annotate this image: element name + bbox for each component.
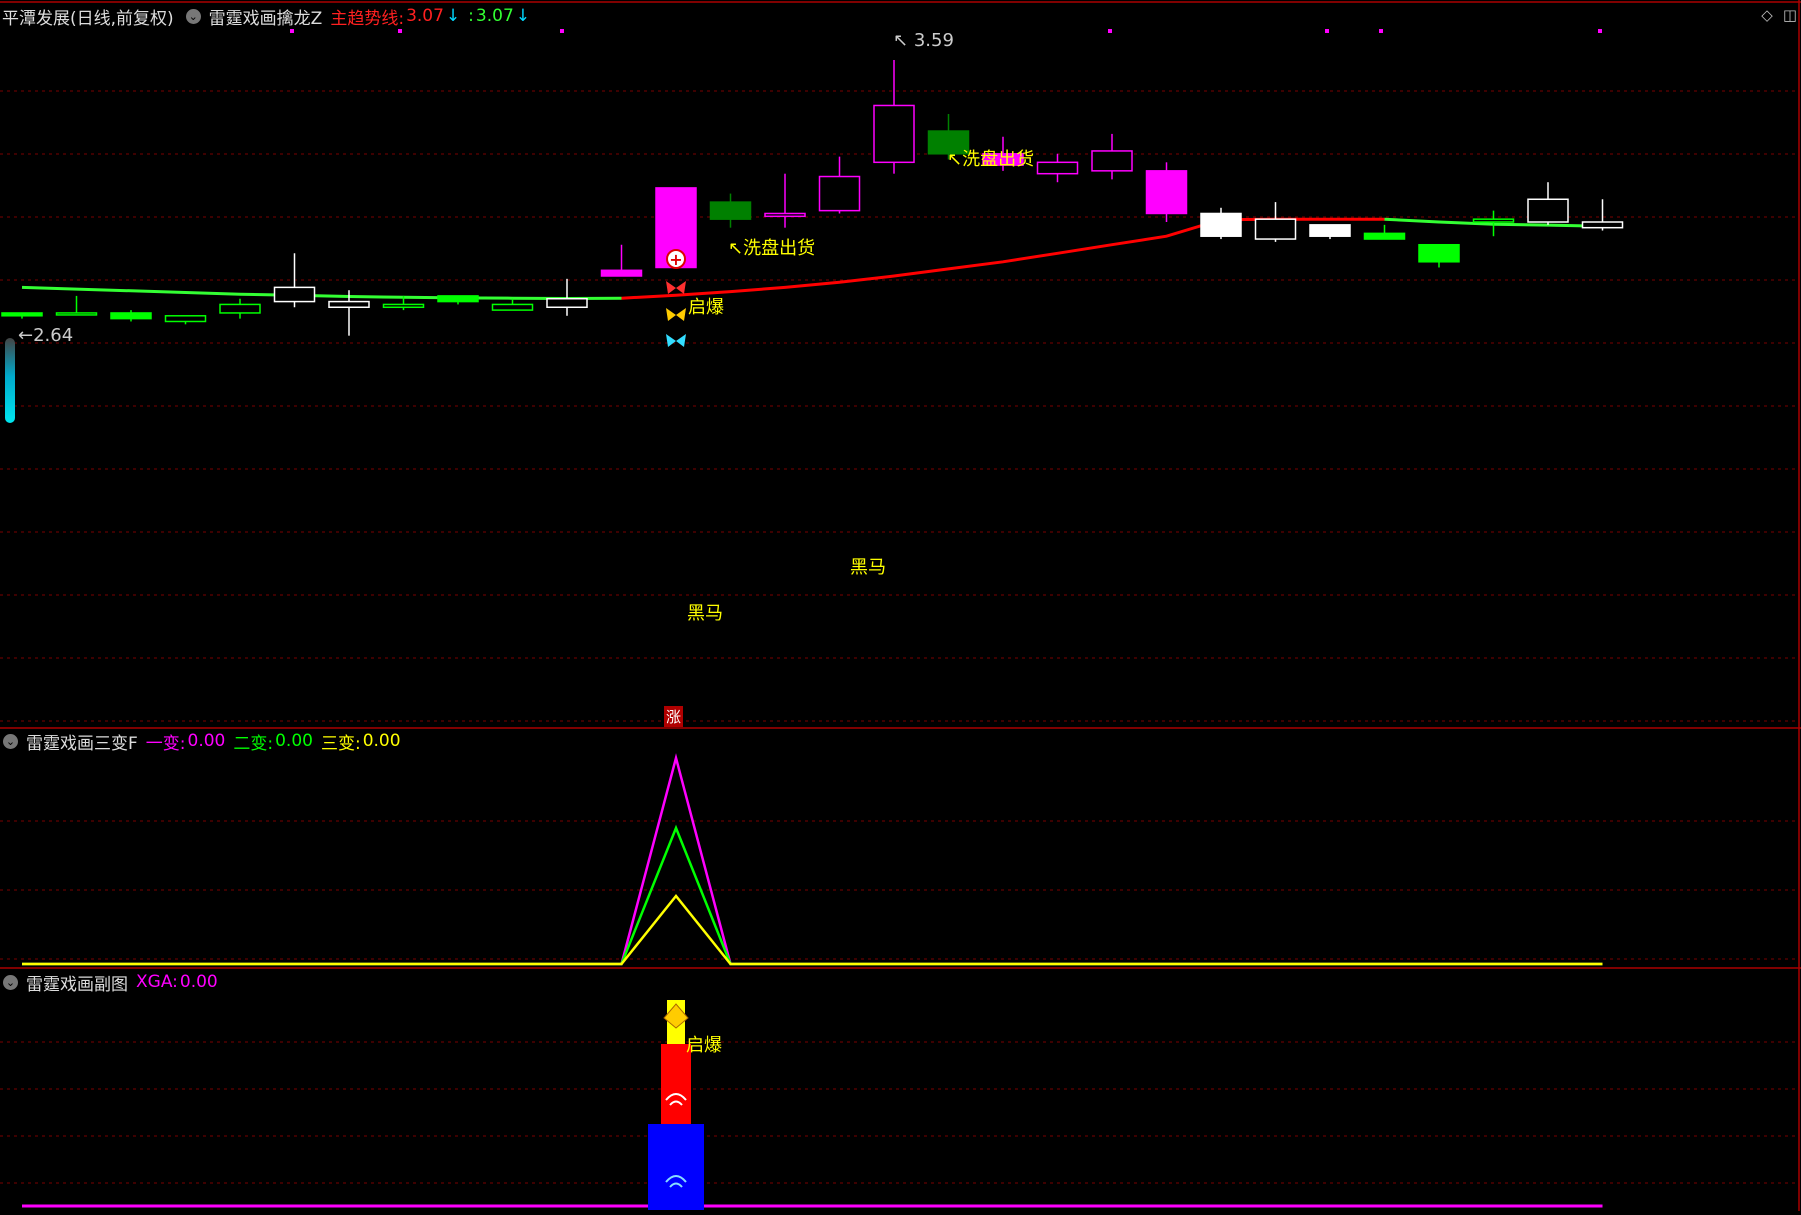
chevron-down-icon[interactable]: ⌄ (3, 733, 18, 749)
chart-window: + 平潭发展(日线,前复权) ⌄ 雷霆戏画擒龙Z 主趋势线: 3.07 ↓ : … (0, 0, 1801, 1211)
candle (1527, 198, 1569, 223)
candle (1200, 212, 1242, 237)
chevron-down-icon[interactable]: ⌄ (3, 974, 18, 990)
qibao-label: 启爆 (688, 297, 724, 318)
signal-dot (1108, 29, 1112, 33)
sub1-b-value: 0.00 (275, 731, 313, 751)
candle (328, 300, 370, 309)
butterfly-icon (666, 334, 686, 347)
signal-dot (290, 29, 294, 33)
main-header: 平潭发展(日线,前复权) ⌄ 雷霆戏画擒龙Z 主趋势线: 3.07 ↓ : 3.… (0, 4, 538, 29)
candle (382, 303, 425, 309)
panel-toggle-icon[interactable]: ◫ (1783, 6, 1797, 24)
heima-label-1: 黑马 (850, 557, 886, 578)
candle (818, 175, 861, 212)
sub1-lines (22, 753, 1603, 966)
candle (873, 104, 915, 164)
candle (709, 201, 752, 220)
wash-label-2: ↖洗盘出货 (728, 238, 816, 259)
sub1-c-label: 三变: (320, 733, 361, 754)
candle (1091, 150, 1133, 172)
sub1-a-label: 一变: (145, 733, 186, 754)
signal-dot (1379, 29, 1383, 33)
butterfly-icon (666, 308, 686, 321)
trend-label: 主趋势线: (330, 8, 405, 29)
butterfly-icon (666, 281, 686, 294)
signal-dot (1598, 29, 1602, 33)
trend-line-green (21, 285, 622, 301)
sub1-indicator-name[interactable]: 雷霆戏画三变F (26, 729, 138, 754)
candle (1036, 161, 1079, 175)
sub1-c-value: 0.00 (362, 731, 401, 751)
qibao-sub-label: 启爆 (686, 1035, 722, 1056)
candle (1254, 218, 1297, 240)
chevron-down-icon[interactable]: ⌄ (185, 8, 201, 24)
sub1-a-value: 0.00 (187, 731, 226, 751)
candle (1363, 232, 1406, 240)
sub2-a-value: 0.00 (179, 972, 218, 992)
stock-title[interactable]: 平潭发展(日线,前复权) (2, 4, 174, 29)
trend-value: 3.07 (406, 6, 444, 26)
candle (219, 303, 261, 314)
candle (600, 269, 643, 277)
candle (164, 315, 207, 323)
candle (1145, 170, 1188, 215)
high-price-label: ↖ 3.59 (893, 30, 954, 51)
sub1-one-line (22, 753, 1603, 966)
candle (1472, 218, 1515, 223)
zhang-badge: 涨 (664, 706, 684, 727)
second-value: 3.07 (475, 6, 514, 26)
candle (110, 312, 152, 320)
sub1-b-label: 二变: (233, 733, 274, 754)
heima-label-2: 黑马 (687, 603, 723, 624)
diamond-icon[interactable]: ◇ (1761, 6, 1773, 24)
candle (437, 295, 479, 303)
sub2-blue-bar (648, 1124, 704, 1210)
candle (546, 297, 588, 309)
candle (1, 312, 43, 317)
window-controls: ◇ ◫ (1761, 6, 1797, 24)
sub1-three-line (22, 894, 1603, 966)
low-price-label: ←2.64 (18, 325, 74, 346)
signal-dot (1325, 29, 1329, 33)
sub2-indicator-name[interactable]: 雷霆戏画副图 (26, 970, 128, 995)
chart-canvas: + (0, 0, 1801, 1211)
signal-dot (398, 29, 402, 33)
plus-circle-glyph: + (669, 250, 682, 269)
down-arrow-icon: ↓ (515, 6, 531, 26)
signal-dot (560, 29, 564, 33)
scroll-gauge[interactable] (5, 338, 15, 423)
sub2-a-label: XGA: (136, 972, 178, 992)
candle (1418, 243, 1460, 263)
candle (764, 212, 806, 218)
grid-lines (0, 0, 1801, 1211)
sub2-header: ⌄ 雷霆戏画副图 XGA: 0.00 (0, 970, 226, 995)
sub2-bars (22, 1000, 1603, 1210)
sub1-header: ⌄ 雷霆戏画三变F 一变: 0.00 二变: 0.00 三变: 0.00 (0, 729, 409, 754)
indicator-name[interactable]: 雷霆戏画擒龙Z (209, 4, 323, 29)
sub1-two-line (22, 824, 1603, 966)
wash-label-1: ↖洗盘出货 (947, 149, 1035, 170)
candle (1581, 221, 1624, 229)
second-label: : (468, 6, 474, 26)
candle (273, 286, 316, 303)
candle (491, 303, 534, 311)
down-arrow-icon: ↓ (445, 6, 461, 26)
candle (1309, 224, 1351, 237)
candle (55, 312, 98, 316)
